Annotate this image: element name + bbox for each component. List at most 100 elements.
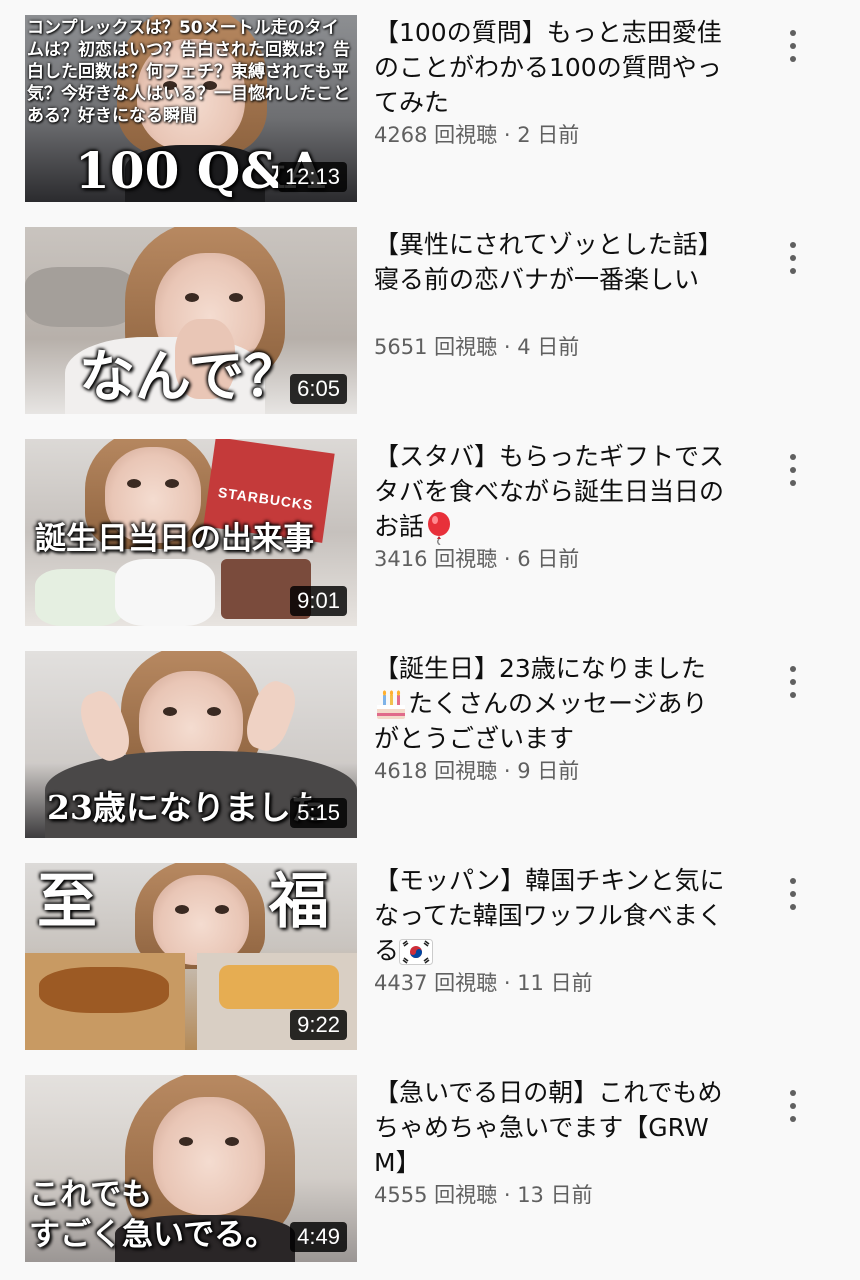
dot: [790, 268, 796, 274]
thumbnail-eye: [225, 1137, 239, 1146]
upload-age: 11 日前: [517, 971, 593, 995]
video-meta: 4618 回視聴 · 9 日前: [374, 757, 579, 785]
thumbnail-chicken: [39, 967, 169, 1013]
thumbnail-food-bag: [115, 559, 215, 626]
video-title[interactable]: 【急いでる日の朝】これでもめちゃめちゃ急いでます【GRWM】: [374, 1075, 729, 1180]
upload-age: 9 日前: [517, 759, 580, 783]
video-title[interactable]: 【異性にされてゾッとした話】寝る前の恋バナが一番楽しい: [374, 227, 729, 297]
video-item[interactable]: これでも すごく急いでる。 4:49 【急いでる日の朝】これでもめちゃめちゃ急い…: [0, 1060, 860, 1272]
view-count: 4268 回視聴: [374, 123, 498, 147]
video-duration: 9:01: [290, 586, 347, 616]
dot: [790, 480, 796, 486]
meta-separator: ·: [503, 971, 511, 995]
more-options-button[interactable]: [780, 450, 806, 490]
view-count: 5651 回視聴: [374, 335, 498, 359]
upload-age: 13 日前: [517, 1183, 593, 1207]
video-meta: 4555 回視聴 · 13 日前: [374, 1181, 593, 1209]
dot: [790, 242, 796, 248]
korea-flag-icon: [399, 939, 434, 965]
dot: [790, 43, 796, 49]
thumbnail-eye: [207, 707, 221, 716]
thumbnail-eye: [185, 293, 199, 302]
video-duration: 5:15: [290, 798, 347, 828]
dot: [790, 255, 796, 261]
dot: [790, 1090, 796, 1096]
video-thumbnail[interactable]: コンプレックスは？50メートル走のタイムは？初恋はいつ？告白された回数は？告白し…: [25, 15, 357, 202]
dot: [790, 30, 796, 36]
more-options-button[interactable]: [780, 238, 806, 278]
meta-separator: ·: [503, 335, 511, 359]
video-item[interactable]: なんで？ 6:05 【異性にされてゾッとした話】寝る前の恋バナが一番楽しい 56…: [0, 212, 860, 424]
meta-separator: ·: [503, 1183, 511, 1207]
thumbnail-eye: [165, 479, 179, 488]
video-item[interactable]: STARBUCKS 誕生日当日の出来事 9:01 【スタバ】もらったギフトでスタ…: [0, 424, 860, 636]
video-thumbnail[interactable]: なんで？ 6:05: [25, 227, 357, 414]
video-duration: 4:49: [290, 1222, 347, 1252]
gift-bag-label: STARBUCKS: [217, 484, 315, 514]
video-item[interactable]: 至 福 9:22 【モッパン】韓国チキンと気になってた韓国ワッフル食べまくる 4…: [0, 848, 860, 1060]
more-options-button[interactable]: [780, 1086, 806, 1126]
thumbnail-chicken-box: [25, 953, 185, 1050]
thumbnail-eye: [127, 479, 141, 488]
video-list: コンプレックスは？50メートル走のタイムは？初恋はいつ？告白された回数は？告白し…: [0, 0, 860, 1280]
video-title[interactable]: 【モッパン】韓国チキンと気になってた韓国ワッフル食べまくる: [374, 863, 729, 968]
video-meta: 3416 回視聴 · 6 日前: [374, 545, 579, 573]
view-count: 4618 回視聴: [374, 759, 498, 783]
thumbnail-eye: [229, 293, 243, 302]
thumbnail-caption-line-2: すごく急いでる。: [29, 1217, 277, 1253]
video-meta: 5651 回視聴 · 4 日前: [374, 333, 579, 361]
dot: [790, 1116, 796, 1122]
thumbnail-eye: [215, 905, 229, 914]
video-duration: 6:05: [290, 374, 347, 404]
dot: [790, 454, 796, 460]
dot: [790, 1103, 796, 1109]
video-title[interactable]: 【スタバ】もらったギフトでスタバを食べながら誕生日当日のお話: [374, 439, 729, 545]
dot: [790, 904, 796, 910]
video-meta: 4268 回視聴 · 2 日前: [374, 121, 579, 149]
dot: [790, 467, 796, 473]
thumbnail-eye: [163, 707, 177, 716]
video-thumbnail[interactable]: これでも すごく急いでる。 4:49: [25, 1075, 357, 1262]
thumbnail-question-text: コンプレックスは？50メートル走のタイムは？初恋はいつ？告白された回数は？告白し…: [27, 18, 350, 126]
meta-separator: ·: [503, 759, 511, 783]
dot: [790, 679, 796, 685]
video-meta: 4437 回視聴 · 11 日前: [374, 969, 593, 997]
meta-separator: ·: [503, 547, 511, 571]
video-title-text: 【誕生日】23歳になりました: [374, 654, 706, 683]
video-title-text: たくさんのメッセージありがとうございます: [374, 689, 708, 753]
thumbnail-caption-left: 至: [37, 867, 97, 937]
thumbnail-caption-right: 福: [269, 867, 329, 937]
view-count: 4437 回視聴: [374, 971, 498, 995]
dot: [790, 56, 796, 62]
view-count: 4555 回視聴: [374, 1183, 498, 1207]
thumbnail-waffle: [219, 965, 339, 1009]
thumbnail-caption: なんで？: [79, 344, 301, 410]
thumbnail-eye: [175, 905, 189, 914]
video-item[interactable]: コンプレックスは？50メートル走のタイムは？初恋はいつ？告白された回数は？告白し…: [0, 0, 860, 212]
thumbnail-eye: [179, 1137, 193, 1146]
birthday-cake-icon: [377, 690, 405, 719]
thumbnail-face: [153, 875, 249, 965]
video-title[interactable]: 【100の質問】もっと志田愛佳のことがわかる100の質問やってみた: [374, 15, 729, 120]
view-count: 3416 回視聴: [374, 547, 498, 571]
video-title[interactable]: 【誕生日】23歳になりましたたくさんのメッセージありがとうございます: [374, 651, 729, 756]
more-options-button[interactable]: [780, 874, 806, 914]
video-duration: 12:13: [277, 162, 347, 192]
video-thumbnail[interactable]: 23歳になりました 5:15: [25, 651, 357, 838]
video-thumbnail[interactable]: STARBUCKS 誕生日当日の出来事 9:01: [25, 439, 357, 626]
more-options-button[interactable]: [780, 26, 806, 66]
dot: [790, 692, 796, 698]
video-duration: 9:22: [290, 1010, 347, 1040]
dot: [790, 878, 796, 884]
video-item[interactable]: 23歳になりました 5:15 【誕生日】23歳になりましたたくさんのメッセージあ…: [0, 636, 860, 848]
balloon-icon: [428, 512, 451, 545]
thumbnail-face: [153, 1097, 265, 1215]
thumbnail-blanket: [25, 267, 135, 327]
upload-age: 6 日前: [517, 547, 580, 571]
more-options-button[interactable]: [780, 662, 806, 702]
video-thumbnail[interactable]: 至 福 9:22: [25, 863, 357, 1050]
upload-age: 2 日前: [517, 123, 580, 147]
thumbnail-caption: 23歳になりました: [47, 788, 324, 827]
thumbnail-caption: 誕生日当日の出来事: [35, 521, 314, 557]
thumbnail-caption-line-1: これでも: [29, 1177, 153, 1213]
